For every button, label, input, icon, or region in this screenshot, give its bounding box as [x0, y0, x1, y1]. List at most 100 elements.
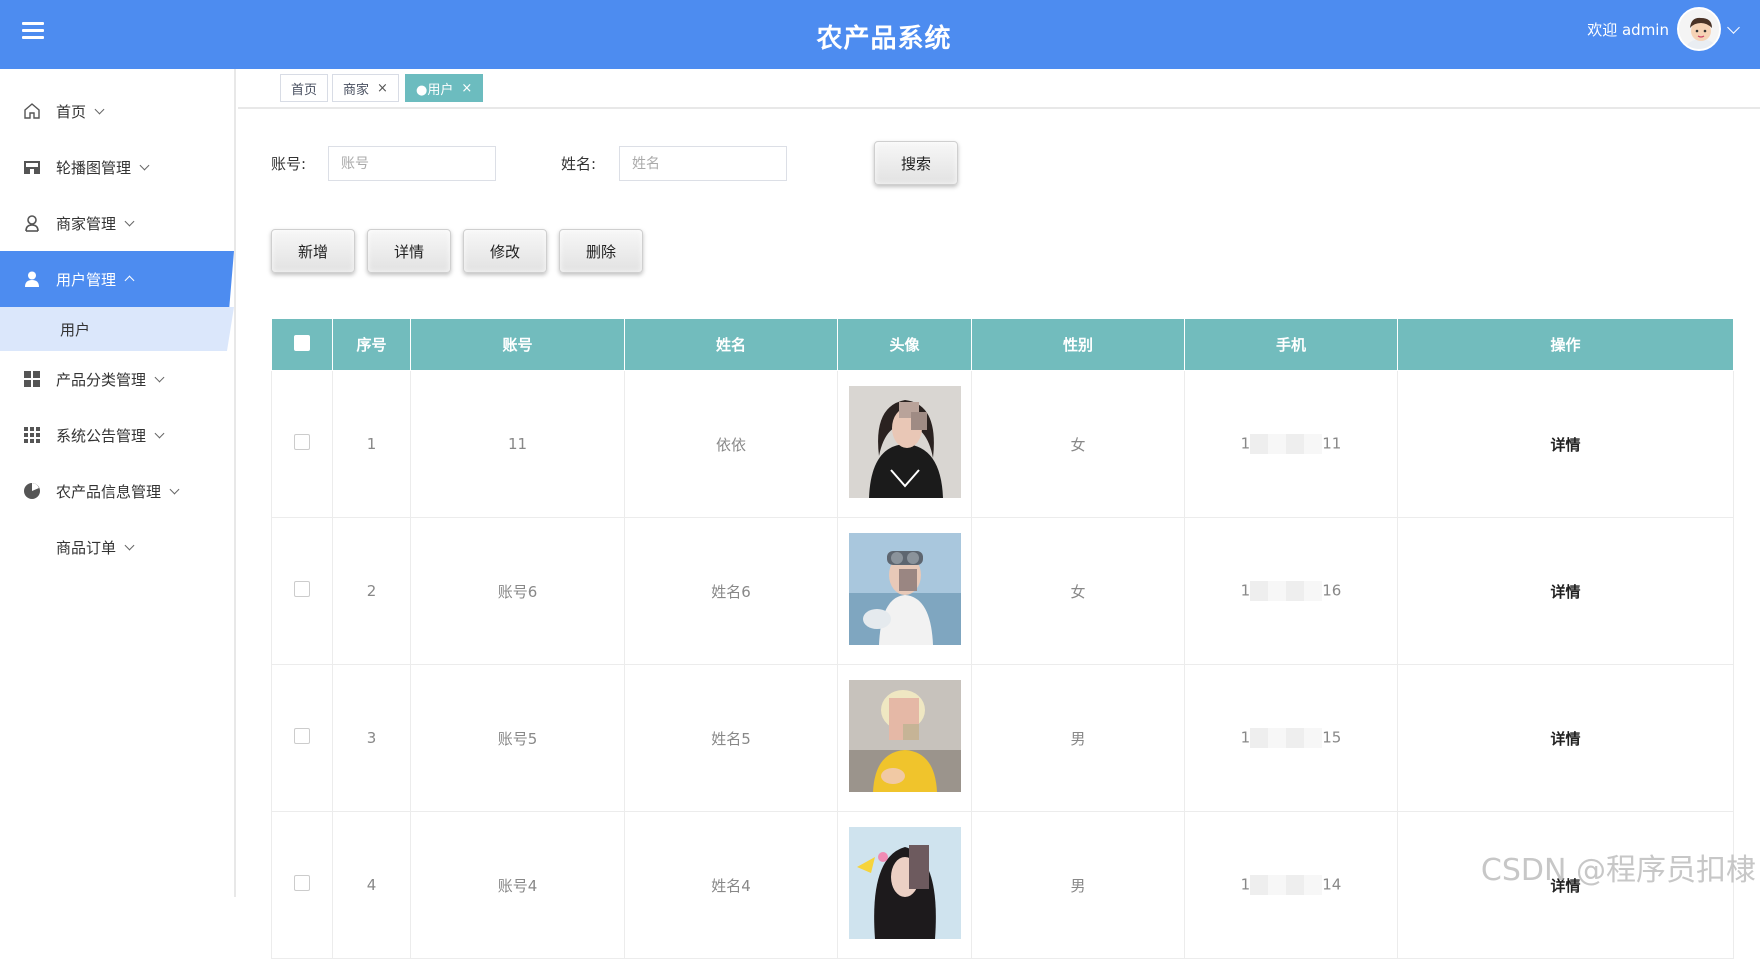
sidebar-item-label: 商家管理	[56, 213, 116, 234]
gender-cell: 女	[972, 371, 1185, 518]
table-header-row: 序号 账号 姓名 头像 性别 手机 操作	[272, 319, 1734, 371]
table-row[interactable]: 1 11 依依	[272, 371, 1734, 518]
chevron-down-icon	[125, 216, 135, 226]
avatar[interactable]	[1677, 7, 1721, 51]
sidebar-item-label: 系统公告管理	[56, 425, 146, 446]
table-row[interactable]: 3 账号5 姓名5	[272, 665, 1734, 812]
tabs-bar: 首页 商家 × ●用户 ×	[238, 69, 1760, 109]
sidebar-item-label: 轮播图管理	[56, 157, 131, 178]
detail-link[interactable]: 详情	[1398, 665, 1734, 812]
sidebar-item-label: 用户管理	[56, 269, 116, 290]
gender-cell: 女	[972, 518, 1185, 665]
delete-button[interactable]: 删除	[559, 229, 643, 273]
tab-user[interactable]: ●用户 ×	[405, 74, 483, 102]
chevron-down-icon	[155, 428, 165, 438]
account-search-input[interactable]	[328, 146, 496, 181]
index-cell: 2	[333, 518, 411, 665]
tab-merchant[interactable]: 商家 ×	[332, 74, 399, 102]
row-checkbox[interactable]	[294, 581, 310, 597]
page-title: 农产品系统	[0, 18, 1760, 55]
close-icon[interactable]: ×	[461, 81, 472, 96]
merchant-icon	[22, 213, 42, 233]
store-icon	[22, 157, 42, 177]
welcome-text: 欢迎 admin	[1587, 19, 1669, 40]
index-cell: 3	[333, 665, 411, 812]
sidebar-item-orders[interactable]: 商品订单	[0, 519, 234, 575]
watermark: CSDN @程序员扣棣	[1481, 845, 1756, 889]
user-menu[interactable]: 欢迎 admin	[1587, 7, 1738, 51]
chevron-down-icon	[125, 540, 135, 550]
name-cell: 姓名5	[625, 665, 838, 812]
sidebar-item-users[interactable]: 用户管理	[0, 251, 234, 307]
detail-link[interactable]: 详情	[1398, 371, 1734, 518]
edit-button[interactable]: 修改	[463, 229, 547, 273]
phone-cell: 115	[1185, 665, 1398, 812]
tab-label: 首页	[291, 79, 317, 98]
index-cell: 4	[333, 812, 411, 959]
gender-cell: 男	[972, 812, 1185, 959]
account-cell: 账号5	[411, 665, 625, 812]
account-cell: 账号6	[411, 518, 625, 665]
sidebar-subitem-user[interactable]: 用户	[0, 307, 234, 351]
redacted-block	[1250, 728, 1322, 748]
user-icon	[22, 269, 42, 289]
row-checkbox[interactable]	[294, 875, 310, 891]
detail-link[interactable]: 详情	[1398, 518, 1734, 665]
name-cell: 依依	[625, 371, 838, 518]
chevron-down-icon	[170, 484, 180, 494]
account-cell: 账号4	[411, 812, 625, 959]
table-row[interactable]: 2 账号6 姓名6	[272, 518, 1734, 665]
sidebar-item-label: 农产品信息管理	[56, 481, 161, 502]
row-checkbox[interactable]	[294, 434, 310, 450]
sidebar-item-announcement[interactable]: 系统公告管理	[0, 407, 234, 463]
tab-label: ●用户	[416, 79, 453, 98]
gender-cell: 男	[972, 665, 1185, 812]
select-all-checkbox[interactable]	[294, 335, 310, 351]
redacted-block	[1250, 875, 1322, 895]
blank-icon	[22, 537, 42, 557]
account-label: 账号:	[271, 153, 306, 174]
detail-button[interactable]: 详情	[367, 229, 451, 273]
chevron-down-icon[interactable]	[1727, 21, 1740, 34]
avatar-image	[849, 680, 961, 792]
home-icon	[22, 101, 42, 121]
name-cell: 姓名4	[625, 812, 838, 959]
column-header: 手机	[1185, 319, 1398, 371]
column-header: 序号	[333, 319, 411, 371]
redacted-block	[1250, 581, 1322, 601]
select-all-cell	[272, 319, 333, 371]
add-button[interactable]: 新增	[271, 229, 355, 273]
redacted-block	[1250, 434, 1322, 454]
avatar-image	[849, 827, 961, 939]
chevron-down-icon	[140, 160, 150, 170]
search-button[interactable]: 搜索	[874, 141, 958, 185]
sidebar-item-carousel[interactable]: 轮播图管理	[0, 139, 234, 195]
tab-home[interactable]: 首页	[280, 74, 328, 102]
chevron-up-icon	[125, 276, 135, 286]
sidebar: 首页 轮播图管理 商家管理 用户管理 用户 产品分类管理	[0, 69, 236, 897]
name-search-input[interactable]	[619, 146, 787, 181]
grid-icon	[22, 369, 42, 389]
row-checkbox[interactable]	[294, 728, 310, 744]
close-icon[interactable]: ×	[377, 81, 388, 96]
name-label: 姓名:	[561, 153, 596, 174]
phone-cell: 111	[1185, 371, 1398, 518]
pie-icon	[22, 481, 42, 501]
tab-label: 商家	[343, 79, 369, 98]
chevron-down-icon	[95, 104, 105, 114]
sidebar-item-product-info[interactable]: 农产品信息管理	[0, 463, 234, 519]
column-header: 姓名	[625, 319, 838, 371]
top-header: 农产品系统 欢迎 admin	[0, 0, 1760, 69]
index-cell: 1	[333, 371, 411, 518]
column-header: 性别	[972, 319, 1185, 371]
sidebar-item-home[interactable]: 首页	[0, 83, 234, 139]
chevron-down-icon	[155, 372, 165, 382]
column-header: 头像	[838, 319, 972, 371]
account-cell: 11	[411, 371, 625, 518]
sidebar-item-label: 产品分类管理	[56, 369, 146, 390]
column-header: 操作	[1398, 319, 1734, 371]
phone-cell: 116	[1185, 518, 1398, 665]
sidebar-item-product-category[interactable]: 产品分类管理	[0, 351, 234, 407]
sidebar-item-merchant[interactable]: 商家管理	[0, 195, 234, 251]
sidebar-item-label: 首页	[56, 101, 86, 122]
